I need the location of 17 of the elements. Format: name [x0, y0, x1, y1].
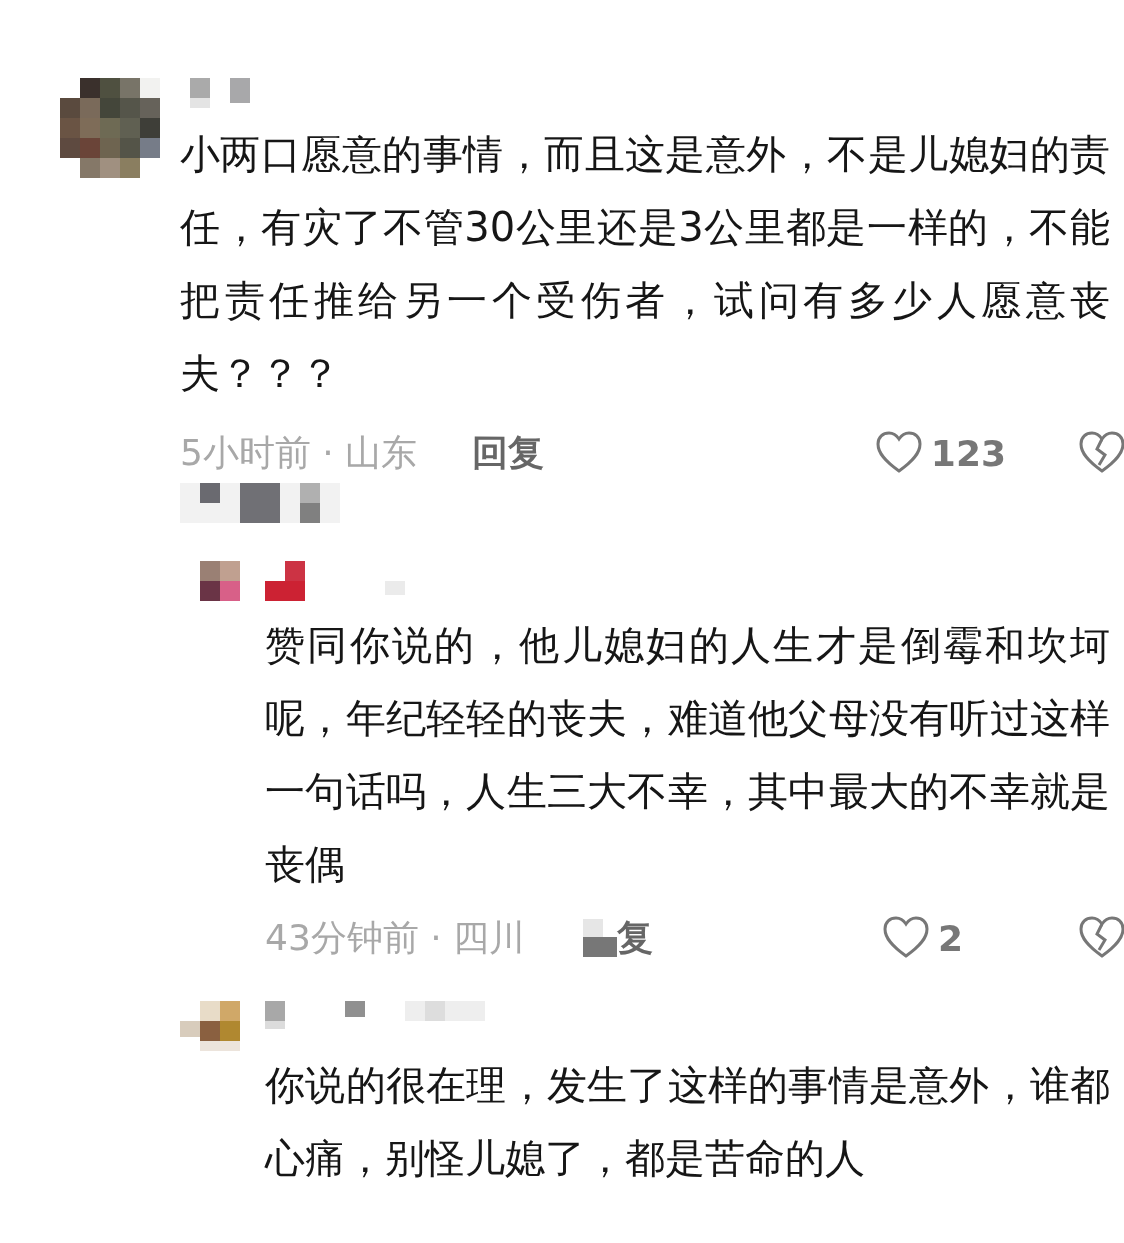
- like-count: 2: [938, 917, 965, 959]
- like-count: 123: [930, 432, 1006, 474]
- comment-text: 小两口愿意的事情，而且这是意外，不是儿媳妇的责任，有灾了不管30公里还是3公里都是一样的，不能把责任推给另一个受伤者，试问有多少人愿意丧夫？？？: [180, 130, 1110, 398]
- pixelated-mask: [583, 919, 618, 957]
- comment-text: 赞同你说的，他儿媳妇的人生才是倒霉和坎坷呢，年纪轻轻的丧夫，难道他父母没有听过这样一句话吗，人生三大不幸，其中最大的不幸就是丧偶: [265, 621, 1110, 889]
- heart-icon[interactable]: [882, 916, 930, 960]
- time-location: 43分钟前 · 四川: [265, 915, 526, 960]
- comment-text: 你说的很在理，发生了这样的事情是意外，谁都心痛，别怪儿媳了，都是苦命的人: [265, 1061, 1110, 1183]
- reply-button[interactable]: 回复: [472, 428, 545, 478]
- pixelated-avatar: [200, 561, 240, 601]
- pixelated-avatar: [180, 1001, 240, 1051]
- broken-heart-icon[interactable]: [1078, 431, 1124, 475]
- broken-heart-icon[interactable]: [1078, 916, 1124, 960]
- heart-icon[interactable]: [874, 431, 923, 475]
- pixelated-name: [190, 78, 250, 108]
- reply-button[interactable]: 复: [583, 913, 654, 963]
- time-location: 5小时前 · 山东: [180, 430, 418, 475]
